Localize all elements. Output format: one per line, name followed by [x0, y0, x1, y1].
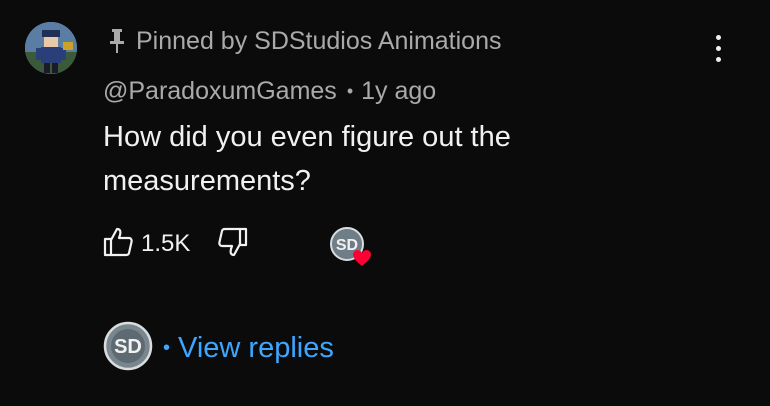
dislike-button[interactable] — [218, 226, 248, 263]
like-count: 1.5K — [141, 230, 191, 257]
view-replies-row[interactable]: SD • View replies — [103, 321, 334, 376]
creator-heart-badge: SD — [329, 226, 375, 268]
author-handle[interactable]: @ParadoxumGames — [103, 77, 337, 106]
thumbs-down-icon — [218, 226, 248, 263]
pinned-comment: Pinned by SDStudios Animations @Paradoxu… — [0, 0, 770, 406]
kebab-dot — [715, 56, 721, 62]
comment-text: How did you even figure out the measurem… — [103, 121, 511, 197]
comment-actions: 1.5K — [103, 226, 248, 262]
kebab-dot — [715, 34, 721, 40]
thumbs-up-icon — [103, 226, 133, 263]
comment-meta: @ParadoxumGames • 1y ago — [103, 75, 436, 107]
comment-timestamp[interactable]: 1y ago — [361, 77, 436, 106]
view-replies-link[interactable]: • View replies — [163, 332, 334, 365]
more-vert-icon[interactable] — [704, 28, 732, 68]
like-button[interactable]: 1.5K — [103, 226, 190, 263]
commenter-avatar[interactable] — [25, 22, 77, 74]
pinned-indicator: Pinned by SDStudios Animations — [108, 25, 502, 57]
svg-text:SD: SD — [114, 336, 142, 358]
kebab-dot — [715, 45, 721, 51]
meta-separator: • — [346, 80, 354, 101]
view-replies-label: View replies — [178, 331, 334, 364]
heart-icon — [353, 250, 371, 266]
pin-icon — [108, 28, 126, 54]
creator-reply-avatar: SD — [103, 321, 153, 376]
replies-separator: • — [163, 336, 171, 359]
pinned-label: Pinned by SDStudios Animations — [136, 26, 502, 55]
